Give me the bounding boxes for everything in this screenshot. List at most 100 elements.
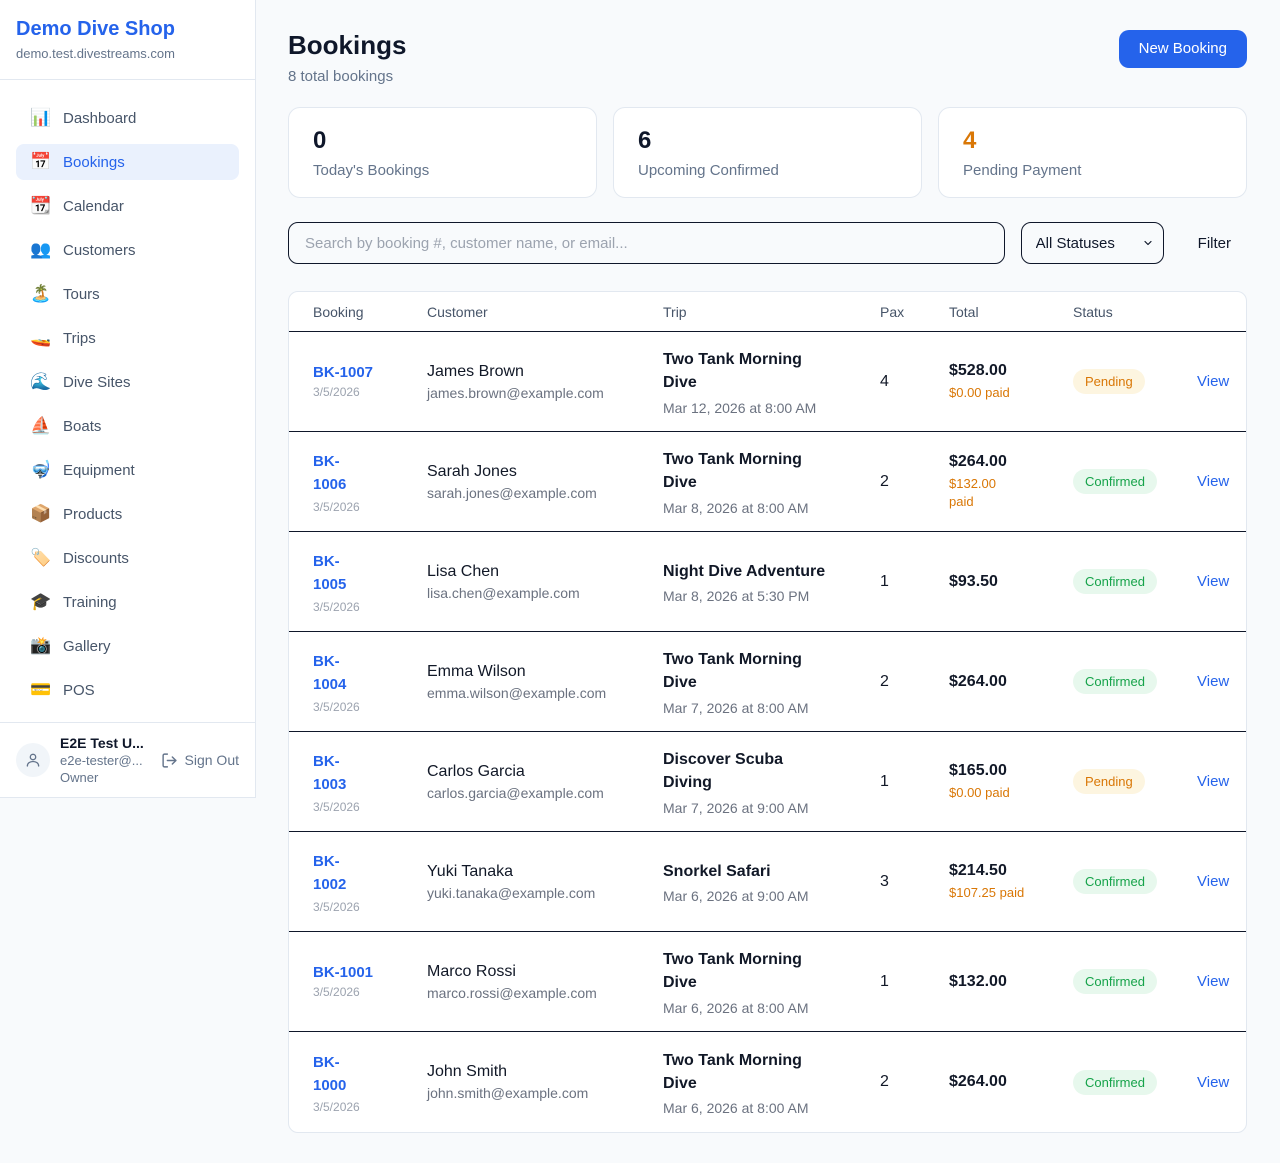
person-icon — [24, 751, 42, 769]
total-cell: $165.00 $0.00 paid — [949, 762, 1073, 802]
booking-cell: BK-1002 3/5/2026 — [313, 850, 427, 914]
sidebar-item-label: Dashboard — [63, 110, 136, 127]
user-email: e2e-tester@... — [60, 753, 151, 768]
customer-cell: Carlos Garcia carlos.garcia@example.com — [427, 763, 663, 801]
booking-id-link[interactable]: BK-1004 — [313, 650, 359, 697]
table-row: BK-1002 3/5/2026 Yuki Tanaka yuki.tanaka… — [289, 832, 1246, 932]
bookings-table: Booking Customer Trip Pax Total Status B… — [288, 291, 1247, 1133]
products-icon: 📦 — [30, 504, 50, 524]
view-link[interactable]: View — [1197, 873, 1238, 890]
sidebar-item-trips[interactable]: 🚤 Trips — [16, 320, 239, 356]
trip-cell: Two Tank Morning Dive Mar 12, 2026 at 8:… — [663, 348, 880, 415]
booking-date: 3/5/2026 — [313, 800, 427, 814]
new-booking-button[interactable]: New Booking — [1119, 30, 1247, 68]
sidebar-item-label: Trips — [63, 330, 96, 347]
sidebar: Demo Dive Shop demo.test.divestreams.com… — [0, 0, 256, 1163]
search-input[interactable] — [288, 222, 1005, 264]
view-link[interactable]: View — [1197, 773, 1238, 790]
booking-date: 3/5/2026 — [313, 600, 427, 614]
sidebar-item-label: Equipment — [63, 462, 135, 479]
booking-id-link[interactable]: BK-1000 — [313, 1051, 359, 1098]
booking-id-link[interactable]: BK-1007 — [313, 364, 373, 381]
view-link[interactable]: View — [1197, 473, 1238, 490]
status-cell: Confirmed — [1073, 469, 1197, 494]
page-header: Bookings 8 total bookings New Booking — [288, 30, 1247, 85]
sidebar-item-label: Tours — [63, 286, 100, 303]
booking-id-link[interactable]: BK-1006 — [313, 450, 359, 497]
trip-cell: Snorkel Safari Mar 6, 2026 at 9:00 AM — [663, 860, 880, 904]
sidebar-item-training[interactable]: 🎓 Training — [16, 584, 239, 620]
equipment-icon: 🤿 — [30, 460, 50, 480]
view-link[interactable]: View — [1197, 1074, 1238, 1091]
total-amount: $214.50 — [949, 862, 1073, 880]
view-link[interactable]: View — [1197, 973, 1238, 990]
sidebar-item-dive-sites[interactable]: 🌊 Dive Sites — [16, 364, 239, 400]
column-header-pax: Pax — [880, 304, 949, 320]
customer-cell: Sarah Jones sarah.jones@example.com — [427, 463, 663, 501]
stats-row: 0 Today's Bookings 6 Upcoming Confirmed … — [288, 107, 1247, 198]
sidebar-item-gallery[interactable]: 📸 Gallery — [16, 628, 239, 664]
booking-id-link[interactable]: BK-1005 — [313, 550, 359, 597]
sign-out-label: Sign Out — [185, 752, 239, 768]
table-row: BK-1003 3/5/2026 Carlos Garcia carlos.ga… — [289, 732, 1246, 832]
trip-datetime: Mar 12, 2026 at 8:00 AM — [663, 400, 880, 416]
status-select[interactable]: All Statuses — [1021, 222, 1164, 264]
trip-name: Snorkel Safari — [663, 860, 880, 883]
trip-datetime: Mar 6, 2026 at 8:00 AM — [663, 1000, 880, 1016]
trips-icon: 🚤 — [30, 328, 50, 348]
status-badge: Pending — [1073, 369, 1145, 394]
view-link[interactable]: View — [1197, 573, 1238, 590]
sidebar-item-equipment[interactable]: 🤿 Equipment — [16, 452, 239, 488]
trip-cell: Two Tank Morning Dive Mar 8, 2026 at 8:0… — [663, 448, 880, 515]
booking-date: 3/5/2026 — [313, 500, 427, 514]
sidebar-item-dashboard[interactable]: 📊 Dashboard — [16, 100, 239, 136]
stat-card-upcoming-confirmed: 6 Upcoming Confirmed — [613, 107, 922, 198]
booking-cell: BK-1001 3/5/2026 — [313, 964, 427, 999]
sidebar-item-label: Training — [63, 594, 117, 611]
customer-email: sarah.jones@example.com — [427, 485, 663, 501]
stat-value: 6 — [638, 128, 897, 154]
trip-cell: Night Dive Adventure Mar 8, 2026 at 5:30… — [663, 560, 880, 604]
customer-cell: Yuki Tanaka yuki.tanaka@example.com — [427, 863, 663, 901]
sidebar-item-label: Products — [63, 506, 122, 523]
user-role: Owner — [60, 770, 151, 785]
sidebar-item-bookings[interactable]: 📅 Bookings — [16, 144, 239, 180]
sidebar-item-customers[interactable]: 👥 Customers — [16, 232, 239, 268]
sidebar-item-tours[interactable]: 🏝️ Tours — [16, 276, 239, 312]
booking-id-link[interactable]: BK-1003 — [313, 750, 359, 797]
booking-date: 3/5/2026 — [313, 385, 427, 399]
status-cell: Confirmed — [1073, 869, 1197, 894]
pos-icon: 💳 — [30, 680, 50, 700]
trip-datetime: Mar 7, 2026 at 9:00 AM — [663, 800, 880, 816]
tours-icon: 🏝️ — [30, 284, 50, 304]
status-cell: Confirmed — [1073, 669, 1197, 694]
booking-id-link[interactable]: BK-1001 — [313, 964, 373, 981]
page-header-text: Bookings 8 total bookings — [288, 30, 406, 85]
sidebar-item-products[interactable]: 📦 Products — [16, 496, 239, 532]
view-link[interactable]: View — [1197, 373, 1238, 390]
main-content: Bookings 8 total bookings New Booking 0 … — [256, 0, 1280, 1163]
table-row: BK-1005 3/5/2026 Lisa Chen lisa.chen@exa… — [289, 532, 1246, 632]
customer-cell: Emma Wilson emma.wilson@example.com — [427, 663, 663, 701]
sidebar-item-pos[interactable]: 💳 POS — [16, 672, 239, 708]
pax-value: 3 — [880, 873, 949, 891]
pax-value: 2 — [880, 473, 949, 491]
customer-email: lisa.chen@example.com — [427, 585, 663, 601]
sidebar-item-boats[interactable]: ⛵ Boats — [16, 408, 239, 444]
customer-name: Emma Wilson — [427, 663, 663, 681]
sidebar-item-discounts[interactable]: 🏷️ Discounts — [16, 540, 239, 576]
booking-id-link[interactable]: BK-1002 — [313, 850, 359, 897]
sidebar-item-calendar[interactable]: 📆 Calendar — [16, 188, 239, 224]
column-header-trip: Trip — [663, 304, 880, 320]
total-cell: $528.00 $0.00 paid — [949, 362, 1073, 402]
filter-button[interactable]: Filter — [1198, 235, 1231, 252]
customer-name: Lisa Chen — [427, 563, 663, 581]
booking-cell: BK-1004 3/5/2026 — [313, 650, 427, 714]
user-footer: E2E Test U... e2e-tester@... Owner Sign … — [0, 722, 255, 797]
view-link[interactable]: View — [1197, 673, 1238, 690]
calendar-icon: 📆 — [30, 196, 50, 216]
trip-datetime: Mar 8, 2026 at 8:00 AM — [663, 500, 880, 516]
sign-out-button[interactable]: Sign Out — [161, 752, 239, 769]
paid-amount: $107.25 paid — [949, 884, 1073, 902]
status-badge: Confirmed — [1073, 569, 1157, 594]
